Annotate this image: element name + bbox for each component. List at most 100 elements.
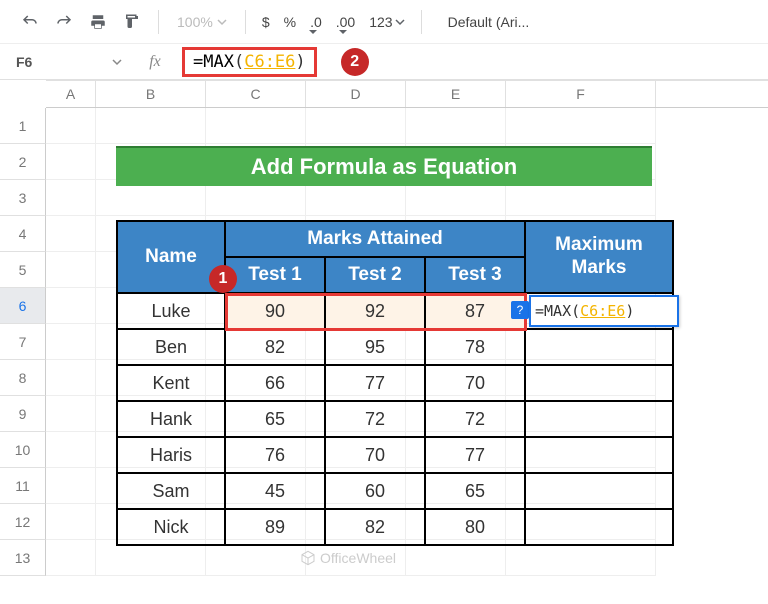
separator [158,10,159,34]
column-headers: A B C D E F [46,80,768,108]
cell-t2[interactable]: 92 [325,293,425,329]
toolbar: 100% $ % .0 .00 123 Default (Ari... [0,0,768,44]
cell-name[interactable]: Ben [117,329,225,365]
cell-t3[interactable]: 80 [425,509,525,545]
col-header-c[interactable]: C [206,81,306,107]
cell-max[interactable] [525,509,673,545]
row-header[interactable]: 9 [0,396,46,432]
cell-max[interactable] [525,329,673,365]
cell-max[interactable] [525,473,673,509]
currency-button[interactable]: $ [258,14,274,30]
cell-t2[interactable]: 77 [325,365,425,401]
header-test2: Test 2 [325,257,425,293]
cell-name[interactable]: Hank [117,401,225,437]
cell-t2[interactable]: 72 [325,401,425,437]
grid[interactable]: Add Formula as Equation Name Marks Attai… [46,108,656,576]
cell-name[interactable]: Nick [117,509,225,545]
row-header[interactable]: 7 [0,324,46,360]
paint-format-icon[interactable] [118,8,146,36]
chevron-down-icon [112,57,122,67]
row-header[interactable]: 4 [0,216,46,252]
formula-bar-row: F6 fx =MAX(C6:E6) 2 [0,44,768,80]
redo-icon[interactable] [50,8,78,36]
row-header[interactable]: 11 [0,468,46,504]
cell-t2[interactable]: 82 [325,509,425,545]
cell-t1[interactable]: 90 [225,293,325,329]
row-header[interactable]: 13 [0,540,46,576]
cell-t2[interactable]: 70 [325,437,425,473]
col-header-f[interactable]: F [506,81,656,107]
print-icon[interactable] [84,8,112,36]
row-headers: 1 2 3 4 5 6 7 8 9 10 11 12 13 [0,108,46,576]
num-format-label: 123 [369,14,392,30]
cell-t2[interactable]: 95 [325,329,425,365]
fx-icon: fx [140,53,170,71]
font-dropdown[interactable]: Default (Ari... [444,14,534,30]
name-box[interactable]: F6 [10,54,100,70]
cell-name[interactable]: Haris [117,437,225,473]
table-row: Hank 65 72 72 [117,401,673,437]
cell-t1[interactable]: 76 [225,437,325,473]
number-format-dropdown[interactable]: 123 [365,14,408,30]
row-header[interactable]: 6 [0,288,46,324]
cell-t3[interactable]: 65 [425,473,525,509]
watermark: OfficeWheel [300,550,396,566]
formula-help-icon[interactable]: ? [511,301,529,319]
cell-t3[interactable]: 70 [425,365,525,401]
row-header[interactable]: 2 [0,144,46,180]
row-header[interactable]: 5 [0,252,46,288]
zoom-value: 100% [177,14,213,30]
col-header-a[interactable]: A [46,81,96,107]
chevron-down-icon [217,17,227,27]
cell-max[interactable] [525,401,673,437]
table-row: Nick 89 82 80 [117,509,673,545]
data-table: Name Marks Attained Test 1 Test 2 Test 3… [116,220,674,546]
dec-inc-label: .00 [336,14,355,30]
header-max: Maximum Marks [525,221,673,293]
row-header[interactable]: 8 [0,360,46,396]
inline-formula-text: =MAX(C6:E6) [535,302,634,320]
decrease-decimal-button[interactable]: .0 [306,14,326,30]
name-box-dropdown[interactable] [112,54,128,70]
formula-bar-text: =MAX(C6:E6) [193,52,306,72]
inline-formula-editor[interactable]: =MAX(C6:E6) [529,295,679,327]
header-max-label: Maximum Marks [526,234,672,280]
annotation-badge-1: 1 [209,265,237,293]
cell-max[interactable] [525,437,673,473]
col-header-e[interactable]: E [406,81,506,107]
cell-t1[interactable]: 82 [225,329,325,365]
table-row: Sam 45 60 65 [117,473,673,509]
col-header-d[interactable]: D [306,81,406,107]
header-marks: Marks Attained [225,221,525,257]
annotation-badge-2: 2 [341,48,369,76]
cell-t1[interactable]: 66 [225,365,325,401]
col-header-b[interactable]: B [96,81,206,107]
cell-t3[interactable]: 78 [425,329,525,365]
cell-t3[interactable]: 87 [425,293,525,329]
cell-name[interactable]: Sam [117,473,225,509]
cell-t1[interactable]: 89 [225,509,325,545]
cell-name[interactable]: Kent [117,365,225,401]
increase-decimal-button[interactable]: .00 [332,14,359,30]
percent-button[interactable]: % [280,14,300,30]
watermark-text: OfficeWheel [320,550,396,566]
cell-t1[interactable]: 45 [225,473,325,509]
row-header[interactable]: 12 [0,504,46,540]
cube-icon [300,550,316,566]
formula-bar[interactable]: =MAX(C6:E6) [182,47,317,77]
row-header[interactable]: 1 [0,108,46,144]
cell-max[interactable] [525,365,673,401]
undo-icon[interactable] [16,8,44,36]
separator [245,10,246,34]
cell-name[interactable]: Luke [117,293,225,329]
cell-t1[interactable]: 65 [225,401,325,437]
cell-t3[interactable]: 72 [425,401,525,437]
row-header[interactable]: 3 [0,180,46,216]
header-test3: Test 3 [425,257,525,293]
cell-t3[interactable]: 77 [425,437,525,473]
table-row: Haris 76 70 77 [117,437,673,473]
zoom-dropdown[interactable]: 100% [171,14,233,30]
cell-t2[interactable]: 60 [325,473,425,509]
separator [421,10,422,34]
row-header[interactable]: 10 [0,432,46,468]
